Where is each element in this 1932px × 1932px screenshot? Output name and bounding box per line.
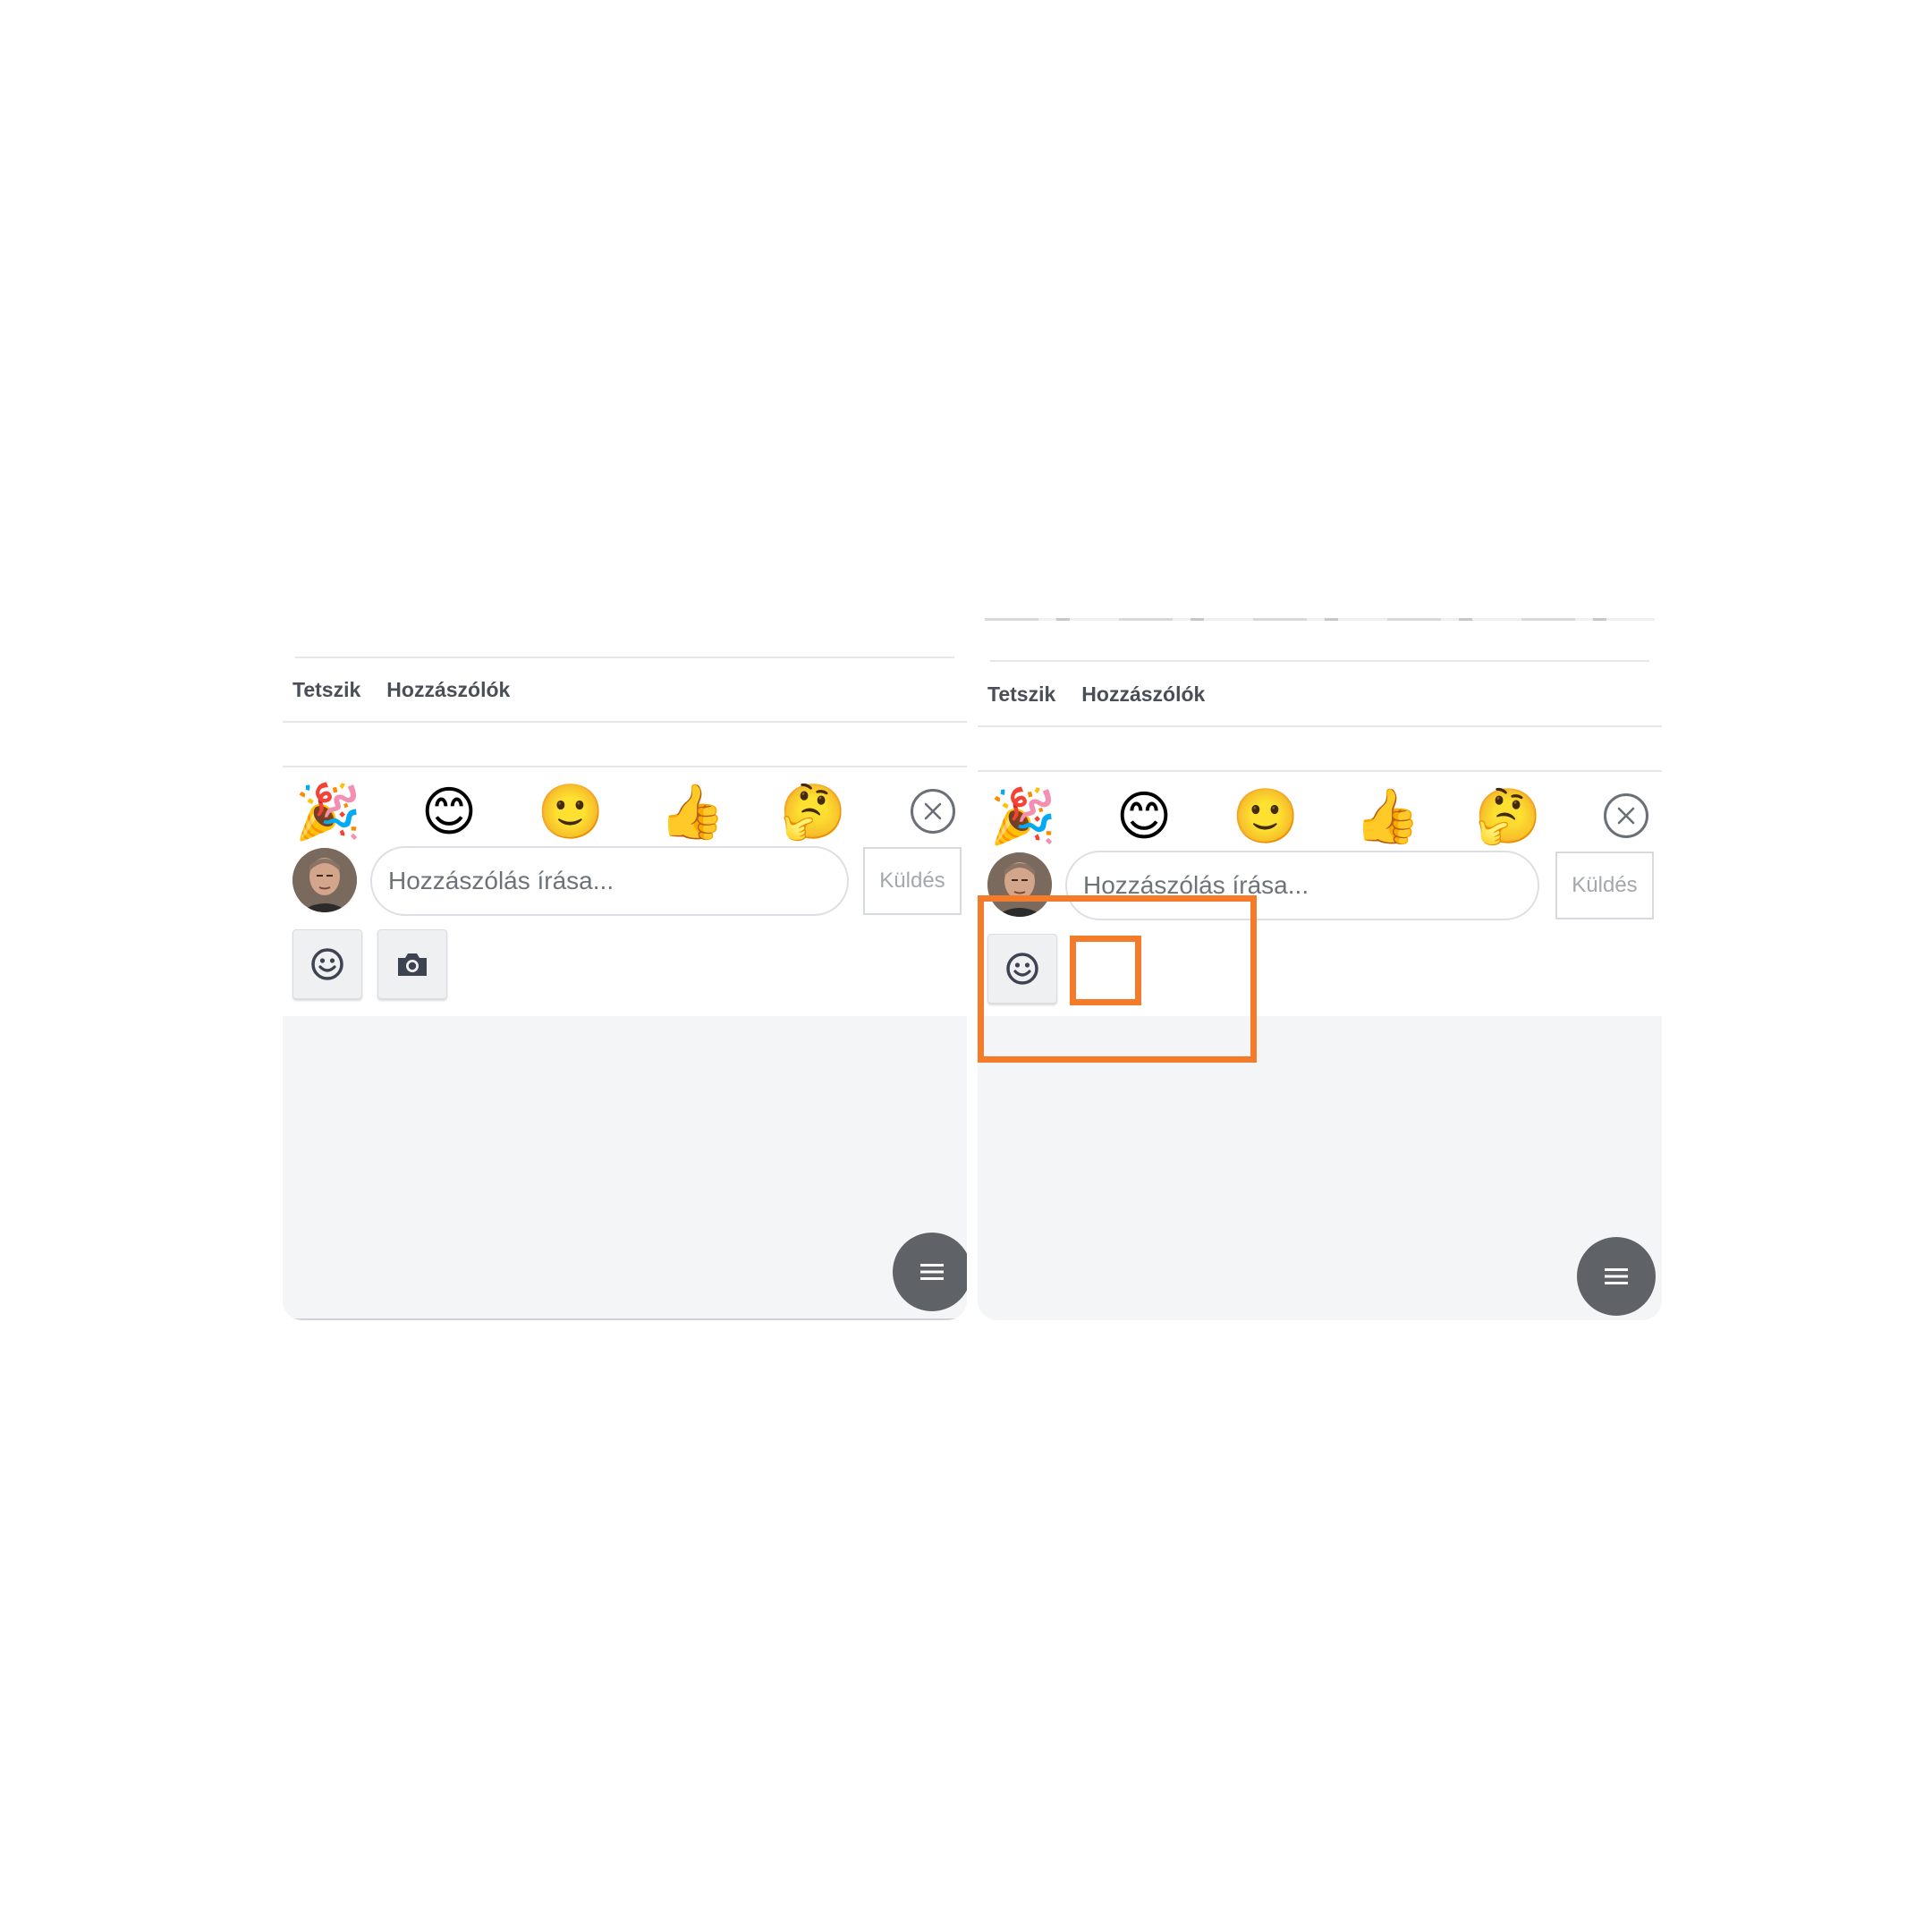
- emoji-thumbs-up[interactable]: 👍: [657, 776, 728, 848]
- camera-button[interactable]: [377, 929, 447, 999]
- comment-panel-before: Tetszik Hozzászólók 🎉 😊 🙂 👍 🤔 Hozzászólá…: [283, 649, 967, 1320]
- menu-button[interactable]: [893, 1233, 967, 1311]
- comparison-stage: Tetszik Hozzászólók 🎉 😊 🙂 👍 🤔 Hozzászólá…: [0, 0, 1932, 1932]
- like-link[interactable]: Tetszik: [292, 678, 360, 702]
- divider: [978, 725, 1662, 727]
- emoji-slight-smile[interactable]: 🙂: [535, 776, 606, 848]
- avatar: [292, 848, 357, 912]
- comment-compose: Hozzászólás írása... Küldés: [283, 846, 967, 916]
- emoji-thinking-face[interactable]: 🤔: [1472, 781, 1544, 852]
- send-button[interactable]: Küldés: [1555, 852, 1654, 919]
- action-bar: Tetszik Hozzászólók: [978, 663, 1662, 725]
- emoji-party-popper[interactable]: 🎉: [292, 776, 364, 848]
- emoji-smiling-blush[interactable]: 😊: [413, 776, 485, 848]
- divider: [990, 660, 1649, 662]
- action-bar: Tetszik Hozzászólók: [283, 658, 967, 721]
- divider: [978, 770, 1662, 772]
- comments-link[interactable]: Hozzászólók: [1081, 682, 1205, 707]
- highlight-box-missing-camera: [1070, 936, 1141, 1005]
- like-link[interactable]: Tetszik: [987, 682, 1055, 707]
- panel-bottom-border: [283, 1318, 967, 1320]
- clipped-content-edge: [985, 618, 1655, 621]
- emoji-slight-smile[interactable]: 🙂: [1230, 781, 1301, 852]
- divider: [283, 721, 967, 723]
- comments-link[interactable]: Hozzászólók: [386, 678, 510, 702]
- comments-area: [283, 1016, 967, 1320]
- emoji-smiling-blush[interactable]: 😊: [1108, 781, 1180, 852]
- camera-icon: [398, 953, 427, 976]
- quick-reaction-row: 🎉 😊 🙂 👍 🤔: [978, 781, 1662, 852]
- emoji-picker-icon: [311, 948, 343, 980]
- close-icon[interactable]: [911, 789, 955, 834]
- hamburger-menu-icon: [1605, 1268, 1628, 1284]
- emoji-picker-button[interactable]: [292, 929, 362, 999]
- close-icon[interactable]: [1604, 793, 1648, 838]
- emoji-thinking-face[interactable]: 🤔: [777, 776, 849, 848]
- divider: [283, 766, 967, 767]
- send-button[interactable]: Küldés: [863, 847, 962, 915]
- emoji-party-popper[interactable]: 🎉: [987, 781, 1059, 852]
- menu-button[interactable]: [1577, 1237, 1656, 1316]
- emoji-thumbs-up[interactable]: 👍: [1352, 781, 1423, 852]
- quick-reaction-row: 🎉 😊 🙂 👍 🤔: [283, 776, 967, 848]
- comment-input[interactable]: Hozzászólás írása...: [370, 846, 849, 916]
- hamburger-menu-icon: [920, 1264, 944, 1280]
